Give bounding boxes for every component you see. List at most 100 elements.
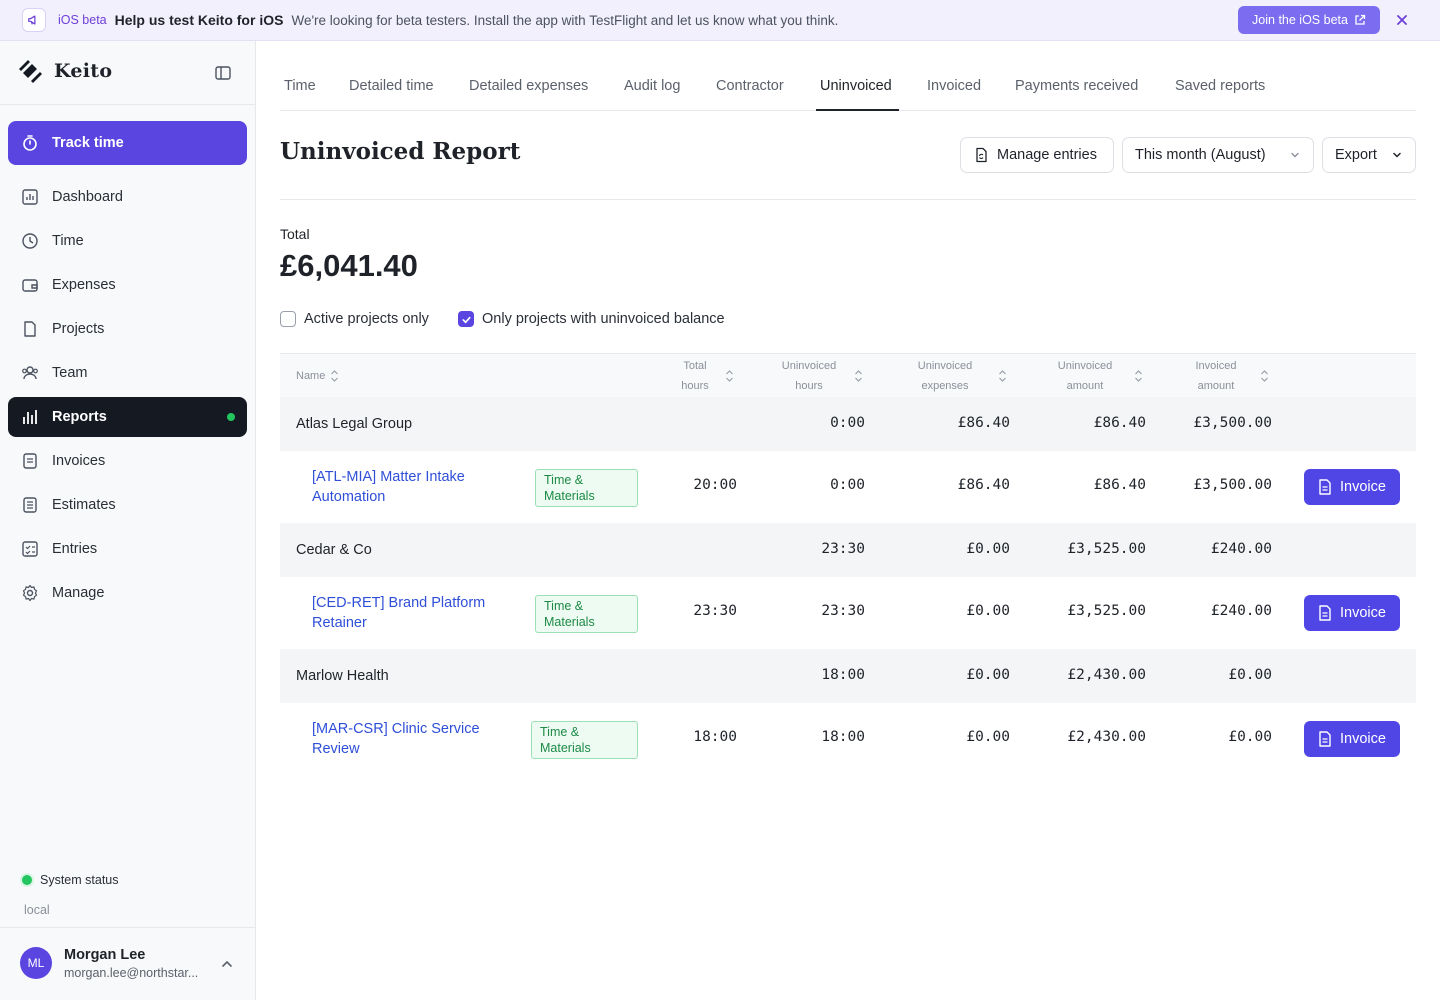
sort-icon[interactable] bbox=[854, 369, 863, 383]
brand[interactable]: Keito bbox=[16, 57, 112, 85]
join-beta-button[interactable]: Join the iOS beta bbox=[1238, 6, 1380, 34]
external-link-icon bbox=[1355, 14, 1366, 25]
report-tabs: Time Detailed time Detailed expenses Aud… bbox=[280, 41, 1416, 111]
total-hours: 18:00 bbox=[693, 729, 737, 745]
sidebar-item-entries[interactable]: Entries bbox=[8, 529, 247, 569]
badge-line: Time & bbox=[544, 599, 584, 613]
tab-uninvoiced[interactable]: Uninvoiced bbox=[820, 78, 892, 94]
invoice-button-label: Invoice bbox=[1340, 605, 1386, 621]
clock-icon bbox=[20, 231, 40, 251]
invoice-button[interactable]: Invoice bbox=[1304, 469, 1400, 505]
chevron-down-icon bbox=[1291, 152, 1299, 158]
chart-icon bbox=[20, 187, 40, 207]
user-name: Morgan Lee bbox=[64, 947, 146, 963]
checkbox-checked[interactable] bbox=[458, 311, 474, 327]
tab-detailed-expenses[interactable]: Detailed expenses bbox=[469, 78, 588, 94]
export-button[interactable]: Export bbox=[1322, 137, 1416, 173]
invoiced-amount: £0.00 bbox=[1228, 667, 1272, 683]
sidebar-item-expenses[interactable]: Expenses bbox=[8, 265, 247, 305]
document-sync-icon bbox=[976, 147, 987, 163]
uninvoiced-hours: 0:00 bbox=[830, 477, 865, 493]
uninvoiced-amount: £3,525.00 bbox=[1067, 541, 1146, 557]
sidebar-item-invoices[interactable]: Invoices bbox=[8, 441, 247, 481]
total-hours: 20:00 bbox=[693, 477, 737, 493]
header-line: Total bbox=[683, 360, 707, 372]
sort-icon[interactable] bbox=[330, 369, 339, 383]
tab-payments-received[interactable]: Payments received bbox=[1015, 78, 1138, 94]
sidebar-item-label: Time bbox=[52, 233, 84, 249]
total-hours: 23:30 bbox=[693, 603, 737, 619]
tab-contractor[interactable]: Contractor bbox=[716, 78, 784, 94]
avatar[interactable]: ML bbox=[20, 947, 52, 979]
header-line: Uninvoiced bbox=[917, 360, 973, 372]
stopwatch-icon bbox=[20, 133, 40, 153]
bar-chart-icon bbox=[20, 407, 40, 427]
column-header-name[interactable]: Name bbox=[296, 366, 325, 386]
uninvoiced-hours: 18:00 bbox=[821, 667, 865, 683]
client-row: Atlas Legal Group 0:00 £86.40 £86.40 £3,… bbox=[280, 397, 1416, 451]
invoice-button-label: Invoice bbox=[1340, 479, 1386, 495]
period-select[interactable]: This month (August) bbox=[1122, 137, 1314, 173]
column-header-uninvoiced-amount[interactable]: Uninvoiced amount bbox=[1054, 356, 1116, 396]
invoiced-amount: £240.00 bbox=[1210, 603, 1272, 619]
uninvoiced-expenses: £0.00 bbox=[966, 541, 1010, 557]
header-line: Invoiced bbox=[1195, 360, 1237, 372]
check-icon bbox=[461, 316, 471, 323]
uninvoiced-hours: 23:30 bbox=[821, 541, 865, 557]
sort-icon[interactable] bbox=[725, 369, 734, 383]
total-value: £6,041.40 bbox=[280, 248, 418, 283]
badge-line: Materials bbox=[540, 741, 591, 755]
sort-icon[interactable] bbox=[1134, 369, 1143, 383]
close-icon[interactable] bbox=[1394, 12, 1410, 28]
brand-name: Keito bbox=[54, 60, 113, 82]
active-projects-filter[interactable]: Active projects only bbox=[280, 311, 429, 327]
column-header-total-hours[interactable]: Total hours bbox=[675, 356, 715, 396]
sidebar-collapse-icon[interactable] bbox=[214, 64, 232, 82]
tab-invoiced[interactable]: Invoiced bbox=[927, 78, 981, 94]
sidebar-item-time[interactable]: Time bbox=[8, 221, 247, 261]
sidebar-item-reports[interactable]: Reports bbox=[8, 397, 247, 437]
system-status[interactable]: System status bbox=[22, 873, 119, 887]
column-header-invoiced-amount[interactable]: Invoiced amount bbox=[1186, 356, 1246, 396]
project-name-line: [ATL-MIA] Matter Intake bbox=[312, 469, 465, 485]
tab-saved-reports[interactable]: Saved reports bbox=[1175, 78, 1265, 94]
total-label: Total bbox=[280, 226, 310, 242]
chevron-down-icon bbox=[1393, 152, 1401, 158]
invoice-button[interactable]: Invoice bbox=[1304, 595, 1400, 631]
sidebar-item-manage[interactable]: Manage bbox=[8, 573, 247, 613]
uninvoiced-expenses: £0.00 bbox=[966, 667, 1010, 683]
project-link[interactable]: [ATL-MIA] Matter Intake Automation bbox=[312, 467, 522, 507]
project-link[interactable]: [CED-RET] Brand Platform Retainer bbox=[312, 593, 522, 633]
header-line: amount bbox=[1197, 380, 1235, 392]
manage-entries-label: Manage entries bbox=[997, 147, 1097, 163]
list-document-icon bbox=[20, 495, 40, 515]
column-header-uninvoiced-expenses[interactable]: Uninvoiced expenses bbox=[914, 356, 976, 396]
filter-label: Only projects with uninvoiced balance bbox=[482, 311, 725, 327]
sort-icon[interactable] bbox=[1260, 369, 1269, 383]
sidebar-item-dashboard[interactable]: Dashboard bbox=[8, 177, 247, 217]
project-link[interactable]: [MAR-CSR] Clinic Service Review bbox=[312, 719, 522, 759]
sidebar-item-team[interactable]: Team bbox=[8, 353, 247, 393]
uninvoiced-expenses: £0.00 bbox=[966, 729, 1010, 745]
sidebar-item-label: Invoices bbox=[52, 453, 106, 469]
tab-time[interactable]: Time bbox=[284, 78, 316, 94]
manage-entries-button[interactable]: Manage entries bbox=[960, 137, 1114, 173]
sidebar-item-track-time[interactable]: Track time bbox=[8, 121, 247, 165]
sidebar-item-estimates[interactable]: Estimates bbox=[8, 485, 247, 525]
client-name: Cedar & Co bbox=[296, 542, 372, 558]
gear-icon bbox=[20, 583, 40, 603]
tab-audit-log[interactable]: Audit log bbox=[624, 78, 680, 94]
sort-icon[interactable] bbox=[998, 369, 1007, 383]
tab-detailed-time[interactable]: Detailed time bbox=[349, 78, 434, 94]
sidebar-item-label: Projects bbox=[52, 321, 105, 337]
checkbox-unchecked[interactable] bbox=[280, 311, 296, 327]
header-line: hours bbox=[795, 380, 823, 392]
invoice-button[interactable]: Invoice bbox=[1304, 721, 1400, 757]
sidebar-item-label: Entries bbox=[52, 541, 98, 557]
project-row: [MAR-CSR] Clinic Service Review Time & M… bbox=[280, 703, 1416, 775]
chevron-up-icon[interactable] bbox=[220, 957, 234, 971]
join-beta-label: Join the iOS beta bbox=[1252, 13, 1348, 27]
column-header-uninvoiced-hours[interactable]: Uninvoiced hours bbox=[778, 356, 840, 396]
uninvoiced-balance-filter[interactable]: Only projects with uninvoiced balance bbox=[458, 311, 725, 327]
sidebar-item-projects[interactable]: Projects bbox=[8, 309, 247, 349]
